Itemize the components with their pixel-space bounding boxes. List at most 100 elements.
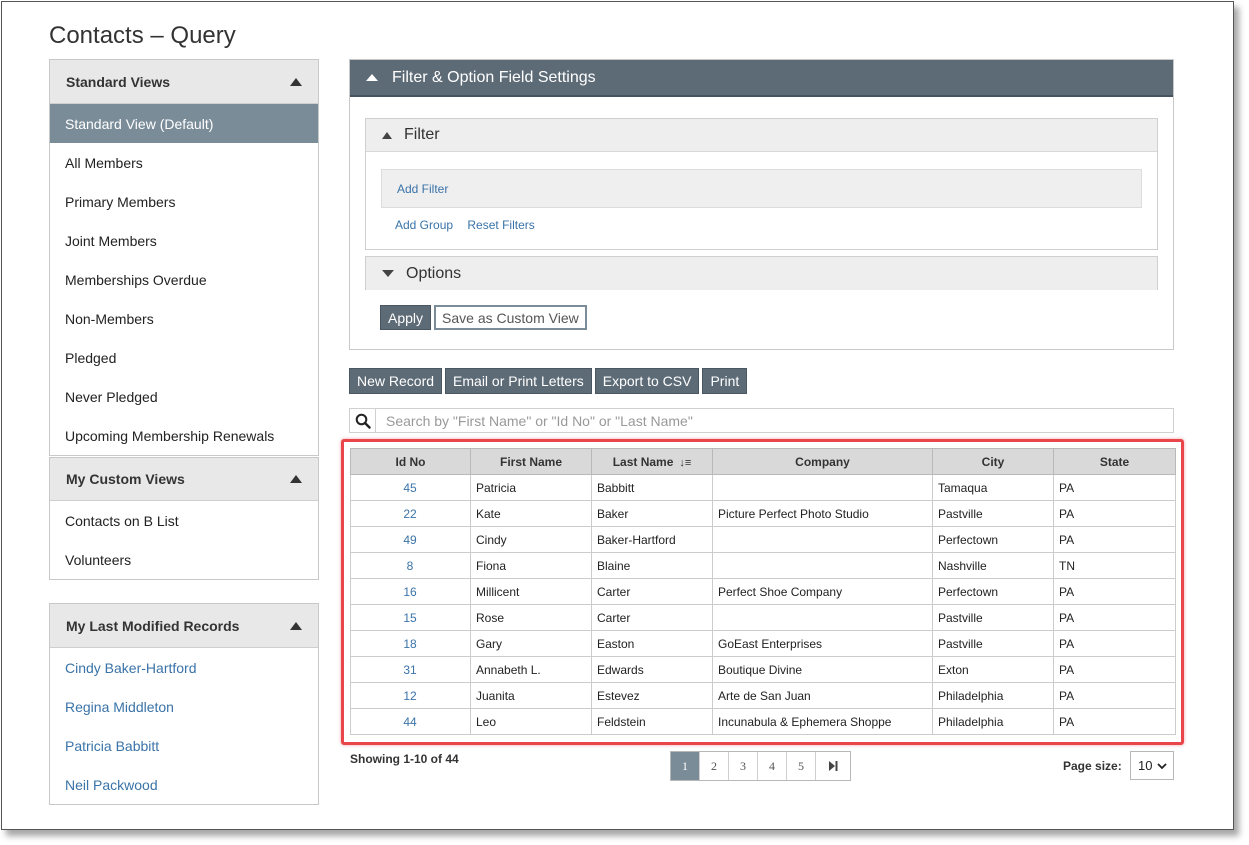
page-button-1[interactable]: 1 <box>671 752 700 780</box>
sidebar-item-never-pledged[interactable]: Never Pledged <box>50 377 318 416</box>
sidebar-item-pledged[interactable]: Pledged <box>50 338 318 377</box>
pagination: 1 2 3 4 5 <box>670 751 851 781</box>
search-input[interactable] <box>376 410 1173 431</box>
options-panel: Options <box>365 256 1158 290</box>
export-csv-button[interactable]: Export to CSV <box>594 368 700 394</box>
city-cell: Pastville <box>932 500 1054 527</box>
company-cell: Picture Perfect Photo Studio <box>712 500 933 527</box>
last-name-cell: Estevez <box>591 682 713 709</box>
app-window: Contacts – Query Standard Views Standard… <box>1 1 1234 830</box>
page-size-select[interactable]: 10 <box>1130 751 1174 780</box>
column-header-company[interactable]: Company <box>712 448 933 475</box>
company-cell: Boutique Divine <box>712 656 933 683</box>
custom-views-header[interactable]: My Custom Views <box>50 457 318 501</box>
state-cell: PA <box>1053 474 1176 501</box>
sidebar-item-standard-view-default[interactable]: Standard View (Default) <box>50 104 318 143</box>
column-header-id-no[interactable]: Id No <box>350 448 471 475</box>
first-name-cell: Cindy <box>470 526 592 553</box>
new-record-button[interactable]: New Record <box>349 368 443 394</box>
last-modified-header[interactable]: My Last Modified Records <box>50 604 318 648</box>
table-row[interactable]: 22 Kate Baker Picture Perfect Photo Stud… <box>350 500 1176 527</box>
last-page-icon[interactable] <box>816 752 850 780</box>
page-button-3[interactable]: 3 <box>729 752 758 780</box>
company-cell <box>712 474 933 501</box>
standard-views-title: Standard Views <box>66 73 171 90</box>
settings-header[interactable]: Filter & Option Field Settings <box>350 60 1173 97</box>
collapse-up-icon[interactable] <box>382 131 392 139</box>
save-custom-view-button[interactable]: Save as Custom View <box>434 305 587 330</box>
column-header-state[interactable]: State <box>1053 448 1176 475</box>
add-filter-link[interactable]: Add Filter <box>397 182 448 196</box>
sidebar-item-non-members[interactable]: Non-Members <box>50 299 318 338</box>
first-name-cell: Gary <box>470 630 592 657</box>
chevron-down-icon <box>1157 758 1167 773</box>
table-row[interactable]: 31 Annabeth L. Edwards Boutique Divine E… <box>350 656 1176 683</box>
collapse-up-icon[interactable] <box>366 74 378 81</box>
sidebar-item-all-members[interactable]: All Members <box>50 143 318 182</box>
table-row[interactable]: 18 Gary Easton GoEast Enterprises Pastvi… <box>350 630 1176 657</box>
collapse-up-icon[interactable] <box>290 621 302 630</box>
last-name-cell: Edwards <box>591 656 713 683</box>
id-link[interactable]: 16 <box>350 578 471 605</box>
id-link[interactable]: 31 <box>350 656 471 683</box>
recent-record-link[interactable]: Neil Packwood <box>50 765 318 804</box>
id-link[interactable]: 8 <box>350 552 471 579</box>
reset-filters-link[interactable]: Reset Filters <box>467 218 534 232</box>
city-cell: Exton <box>932 656 1054 683</box>
last-name-cell: Easton <box>591 630 713 657</box>
expand-down-icon[interactable] <box>382 270 394 277</box>
options-header[interactable]: Options <box>366 257 1157 290</box>
id-link[interactable]: 49 <box>350 526 471 553</box>
email-print-letters-button[interactable]: Email or Print Letters <box>445 368 592 394</box>
sidebar-item-memberships-overdue[interactable]: Memberships Overdue <box>50 260 318 299</box>
table-row[interactable]: 16 Millicent Carter Perfect Shoe Company… <box>350 578 1176 605</box>
page-button-2[interactable]: 2 <box>700 752 729 780</box>
add-filter-bar: Add Filter <box>381 169 1142 208</box>
table-row[interactable]: 12 Juanita Estevez Arte de San Juan Phil… <box>350 682 1176 709</box>
id-link[interactable]: 44 <box>350 708 471 735</box>
id-link[interactable]: 18 <box>350 630 471 657</box>
sidebar-item-joint-members[interactable]: Joint Members <box>50 221 318 260</box>
collapse-up-icon[interactable] <box>290 77 302 86</box>
collapse-up-icon[interactable] <box>290 475 302 483</box>
state-cell: PA <box>1053 526 1176 553</box>
sidebar-item-primary-members[interactable]: Primary Members <box>50 182 318 221</box>
contacts-table: Id No First Name Last Name ↓≡ Company Cit… <box>350 448 1176 735</box>
sort-ascending-icon[interactable]: ↓≡ <box>679 457 691 469</box>
standard-views-header[interactable]: Standard Views <box>50 60 318 104</box>
table-row[interactable]: 8 Fiona Blaine Nashville TN <box>350 552 1176 579</box>
sidebar-item-volunteers[interactable]: Volunteers <box>50 540 318 579</box>
column-header-city[interactable]: City <box>932 448 1054 475</box>
apply-button[interactable]: Apply <box>380 305 432 330</box>
recent-record-link[interactable]: Patricia Babbitt <box>50 726 318 765</box>
sidebar-item-contacts-on-b-list[interactable]: Contacts on B List <box>50 501 318 540</box>
first-name-cell: Annabeth L. <box>470 656 592 683</box>
search-bar <box>349 408 1174 433</box>
table-row[interactable]: 15 Rose Carter Pastville PA <box>350 604 1176 631</box>
page-button-4[interactable]: 4 <box>758 752 787 780</box>
column-header-last-name[interactable]: Last Name ↓≡ <box>591 448 713 475</box>
table-row[interactable]: 44 Leo Feldstein Incunabula & Ephemera S… <box>350 708 1176 735</box>
company-cell: Arte de San Juan <box>712 682 933 709</box>
add-group-link[interactable]: Add Group <box>395 218 453 232</box>
id-link[interactable]: 45 <box>350 474 471 501</box>
recent-record-link[interactable]: Regina Middleton <box>50 687 318 726</box>
city-cell: Pastville <box>932 630 1054 657</box>
table-row[interactable]: 49 Cindy Baker-Hartford Perfectown PA <box>350 526 1176 553</box>
filter-header[interactable]: Filter <box>366 119 1157 152</box>
first-name-cell: Fiona <box>470 552 592 579</box>
sidebar-item-upcoming-renewals[interactable]: Upcoming Membership Renewals <box>50 416 318 455</box>
state-cell: PA <box>1053 656 1176 683</box>
last-name-cell: Babbitt <box>591 474 713 501</box>
recent-record-link[interactable]: Cindy Baker-Hartford <box>50 648 318 687</box>
city-cell: Philadelphia <box>932 708 1054 735</box>
id-link[interactable]: 12 <box>350 682 471 709</box>
id-link[interactable]: 22 <box>350 500 471 527</box>
column-header-first-name[interactable]: First Name <box>470 448 592 475</box>
search-icon[interactable] <box>350 409 376 432</box>
filter-panel: Filter Add Filter Add Group Reset Filter… <box>365 118 1158 250</box>
id-link[interactable]: 15 <box>350 604 471 631</box>
print-button[interactable]: Print <box>702 368 748 394</box>
page-button-5[interactable]: 5 <box>787 752 816 780</box>
table-row[interactable]: 45 Patricia Babbitt Tamaqua PA <box>350 474 1176 501</box>
